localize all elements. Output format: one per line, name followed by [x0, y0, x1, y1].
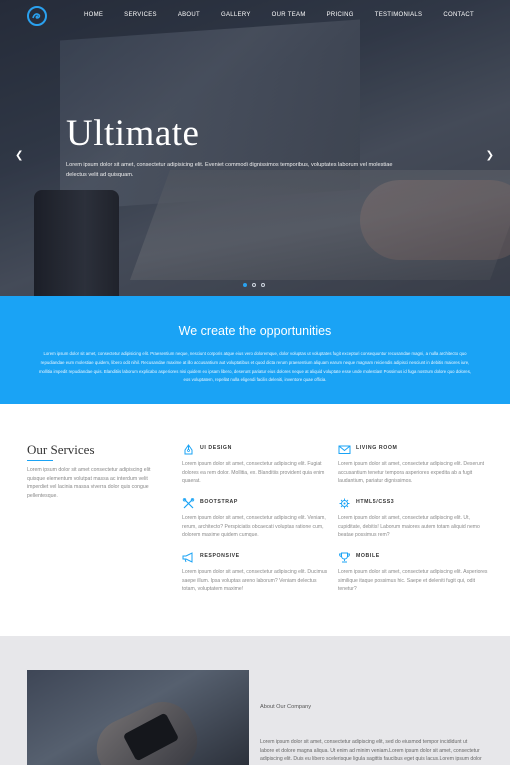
- service-text: Lorem ipsum dolor sit amet, consectetur …: [182, 569, 328, 593]
- chevron-right-icon[interactable]: ❯: [486, 150, 494, 161]
- band-title: We create the opportunities: [178, 324, 332, 338]
- logo-wave-icon[interactable]: [27, 6, 47, 26]
- service-responsive: RESPONSIVE Lorem ipsum dolor sit amet, c…: [182, 550, 332, 594]
- nav-testimonials[interactable]: TESTIMONIALS: [375, 12, 423, 18]
- services-intro: Lorem ipsum dolor sit amet consectetur a…: [27, 467, 151, 499]
- services-section: Our Services Lorem ipsum dolor sit amet …: [0, 404, 510, 636]
- chevron-left-icon[interactable]: ❮: [15, 150, 23, 161]
- about-label: About Our Company: [260, 704, 311, 710]
- slider-dot-2[interactable]: [252, 283, 256, 287]
- tools-icon: [182, 496, 196, 509]
- about-text: Lorem ipsum dolor sit amet, consectetur …: [260, 739, 482, 765]
- slider-dot-1[interactable]: [243, 283, 247, 287]
- service-name: RESPONSIVE: [200, 553, 240, 559]
- hero-slider: HOME SERVICES ABOUT GALLERY OUR TEAM PRI…: [0, 0, 510, 296]
- opportunities-band: We create the opportunities Lorem ipsum …: [0, 296, 510, 404]
- nav-services[interactable]: SERVICES: [124, 12, 157, 18]
- service-living-room: LIVING ROOM Lorem ipsum dolor sit amet, …: [338, 442, 488, 486]
- band-text: Lorem ipsum dolor sit amet, consectetur …: [38, 351, 472, 383]
- service-text: Lorem ipsum dolor sit amet, consectetur …: [182, 515, 326, 539]
- about-photo: [27, 670, 249, 765]
- hero-subtitle: Lorem ipsum dolor sit amet, consectetur …: [66, 162, 393, 178]
- pen-tool-icon: [182, 442, 196, 455]
- slider-dots: [243, 283, 265, 287]
- trophy-icon: [338, 550, 352, 563]
- nav-about[interactable]: ABOUT: [178, 12, 200, 18]
- nav-home[interactable]: HOME: [84, 12, 103, 18]
- service-bootstrap: BOOTSTRAP Lorem ipsum dolor sit amet, co…: [182, 496, 332, 540]
- service-name: HTML5/CSS3: [356, 499, 395, 505]
- nav-contact[interactable]: CONTACT: [443, 12, 474, 18]
- service-name: MOBILE: [356, 553, 380, 559]
- about-section: About Our Company Lorem ipsum dolor sit …: [0, 636, 510, 765]
- nav-our-team[interactable]: OUR TEAM: [272, 12, 306, 18]
- service-text: Lorem ipsum dolor sit amet, consectetur …: [338, 515, 480, 539]
- megaphone-icon: [182, 550, 196, 563]
- nav-gallery[interactable]: GALLERY: [221, 12, 251, 18]
- service-html5-css3: HTML5/CSS3 Lorem ipsum dolor sit amet, c…: [338, 496, 488, 540]
- hero-title: Ultimate: [66, 113, 200, 154]
- services-title: Our Services: [27, 442, 95, 457]
- service-mobile: MOBILE Lorem ipsum dolor sit amet, conse…: [338, 550, 488, 594]
- service-text: Lorem ipsum dolor sit amet, consectetur …: [182, 461, 325, 485]
- services-title-underline: [27, 460, 53, 461]
- service-name: BOOTSTRAP: [200, 499, 238, 505]
- service-name: UI DESIGN: [200, 445, 232, 451]
- main-nav: HOME SERVICES ABOUT GALLERY OUR TEAM PRI…: [63, 12, 474, 18]
- service-text: Lorem ipsum dolor sit amet, consectetur …: [338, 461, 485, 485]
- service-ui-design: UI DESIGN Lorem ipsum dolor sit amet, co…: [182, 442, 332, 486]
- slider-dot-3[interactable]: [261, 283, 265, 287]
- nav-pricing[interactable]: PRICING: [327, 12, 354, 18]
- service-name: LIVING ROOM: [356, 445, 398, 451]
- envelope-icon: [338, 442, 352, 454]
- gear-icon: [338, 496, 352, 509]
- service-text: Lorem ipsum dolor sit amet, consectetur …: [338, 569, 488, 593]
